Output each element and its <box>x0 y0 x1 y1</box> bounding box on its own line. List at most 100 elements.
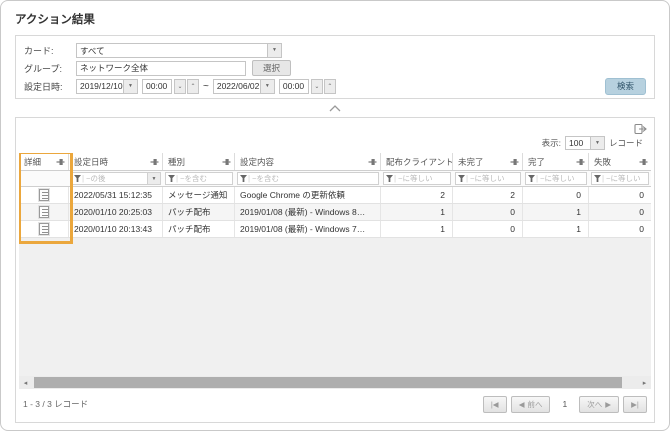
filter-cell-detail <box>19 171 69 186</box>
page-title: アクション結果 <box>15 11 655 27</box>
detail-report-icon[interactable] <box>39 206 49 218</box>
column-header-detail[interactable]: 詳細 <box>19 153 69 170</box>
complete-cell: 1 <box>523 204 589 220</box>
range-separator: ~ <box>203 81 209 92</box>
from-time-input[interactable] <box>142 79 172 94</box>
collapse-panel-toggle[interactable] <box>15 99 655 117</box>
display-label: 表示: <box>542 137 561 149</box>
from-date-value: 2019/12/10 <box>77 80 123 93</box>
prev-page-button[interactable]: ◀ 前へ <box>511 396 551 413</box>
complete-cell: 1 <box>523 221 589 237</box>
datetime-cell: 2022/05/31 15:12:35 <box>69 187 163 203</box>
grid-header-row: 詳細 設定日時 種別 設定内容 配布クライアント数 <box>19 153 651 171</box>
column-header-failed[interactable]: 失敗 <box>589 153 651 170</box>
incomplete-cell: 0 <box>453 221 523 237</box>
card-filter-row: カード: すべて ▼ <box>24 42 646 58</box>
to-time-input[interactable] <box>279 79 309 94</box>
filter-funnel-icon[interactable] <box>240 175 247 182</box>
page-size-value: 100 <box>566 137 590 149</box>
table-row[interactable]: 2022/05/31 15:12:35 メッセージ通知 Google Chrom… <box>19 187 651 204</box>
table-row[interactable]: 2020/01/10 20:25:03 パッチ配布 2019/01/08 (最新… <box>19 204 651 221</box>
filter-input-datetime[interactable]: | ~の後 <box>71 172 148 185</box>
filter-funnel-icon[interactable] <box>386 175 393 182</box>
export-icon[interactable] <box>634 123 647 135</box>
filter-cell-complete: | ~に等しい <box>523 171 589 186</box>
card-select[interactable]: すべて ▼ <box>76 43 282 58</box>
content-cell: 2019/01/08 (最新) - Windows 7… <box>235 221 381 237</box>
column-header-content[interactable]: 設定内容 <box>235 153 381 170</box>
clients-cell: 2 <box>381 187 453 203</box>
next-page-button[interactable]: 次へ ▶ <box>579 396 619 413</box>
current-page-number: 1 <box>562 399 567 409</box>
from-date-picker[interactable]: 2019/12/10 ▼ <box>76 79 138 94</box>
card-select-value: すべて <box>77 44 267 57</box>
page-size-select[interactable]: 100 ▼ <box>565 136 605 150</box>
pin-icon[interactable] <box>56 158 65 166</box>
chevron-down-icon[interactable]: ▼ <box>590 137 604 149</box>
first-page-button[interactable]: |◀ <box>483 396 507 413</box>
spinner-down-icon[interactable]: ⌄ <box>311 79 323 94</box>
pin-icon[interactable] <box>222 158 231 166</box>
incomplete-cell: 2 <box>453 187 523 203</box>
horizontal-scrollbar[interactable]: ◂ ▸ <box>19 376 651 389</box>
datetime-filter-row: 設定日時: 2019/12/10 ▼ ⌄ ⌃ ~ 2022/06/02 ▼ ⌄ … <box>24 78 646 94</box>
datetime-cell: 2020/01/10 20:25:03 <box>69 204 163 220</box>
chevron-down-icon[interactable]: ▼ <box>267 44 281 57</box>
action-results-window: アクション結果 カード: すべて ▼ グループ: 選択 設定日時: 2019/1… <box>0 0 670 431</box>
filter-funnel-icon[interactable] <box>168 175 175 182</box>
column-header-incomplete[interactable]: 未完了 <box>453 153 523 170</box>
first-page-icon: |◀ <box>491 400 499 409</box>
filter-input-clients[interactable]: | ~に等しい <box>383 172 451 185</box>
filter-input-failed[interactable]: | ~に等しい <box>591 172 649 185</box>
filter-funnel-icon[interactable] <box>594 175 601 182</box>
chevron-down-icon[interactable]: ▼ <box>123 80 137 93</box>
spinner-up-icon[interactable]: ⌃ <box>187 79 199 94</box>
clients-cell: 1 <box>381 221 453 237</box>
detail-cell <box>19 221 69 237</box>
scroll-left-icon[interactable]: ◂ <box>19 376 32 389</box>
page-size-bar: 表示: 100 ▼ レコード <box>19 135 651 153</box>
failed-cell: 0 <box>589 204 651 220</box>
column-header-clients[interactable]: 配布クライアント数 <box>381 153 453 170</box>
grid-footer: 1 - 3 / 3 レコード |◀ ◀ 前へ 1 次へ ▶ ▶| <box>19 389 651 419</box>
last-page-button[interactable]: ▶| <box>623 396 647 413</box>
spinner-up-icon[interactable]: ⌃ <box>324 79 336 94</box>
scrollbar-thumb[interactable] <box>34 377 622 388</box>
filter-input-incomplete[interactable]: | ~に等しい <box>455 172 521 185</box>
detail-cell <box>19 204 69 220</box>
last-page-icon: ▶| <box>631 400 639 409</box>
filter-input-content[interactable]: | ~を含む <box>237 172 379 185</box>
filter-panel: カード: すべて ▼ グループ: 選択 設定日時: 2019/12/10 ▼ ⌄… <box>15 35 655 99</box>
chevron-down-icon[interactable]: ▼ <box>260 80 274 93</box>
filter-funnel-icon[interactable] <box>74 175 81 182</box>
group-select-button[interactable]: 選択 <box>252 60 291 76</box>
filter-input-complete[interactable]: | ~に等しい <box>525 172 587 185</box>
column-header-datetime[interactable]: 設定日時 <box>69 153 163 170</box>
detail-report-icon[interactable] <box>39 223 49 235</box>
scrollbar-track[interactable] <box>32 376 638 389</box>
column-header-complete[interactable]: 完了 <box>523 153 589 170</box>
pin-icon[interactable] <box>510 158 519 166</box>
filter-cell-failed: | ~に等しい <box>589 171 651 186</box>
pin-icon[interactable] <box>150 158 159 166</box>
record-range-label: 1 - 3 / 3 レコード <box>23 398 88 410</box>
group-input[interactable] <box>76 61 246 76</box>
filter-funnel-icon[interactable] <box>458 175 465 182</box>
filter-input-type[interactable]: | ~を含む <box>165 172 233 185</box>
filter-funnel-icon[interactable] <box>528 175 535 182</box>
table-row[interactable]: 2020/01/10 20:13:43 パッチ配布 2019/01/08 (最新… <box>19 221 651 238</box>
content-cell: Google Chrome の更新依頼 <box>235 187 381 203</box>
next-arrow-icon: ▶ <box>605 400 611 409</box>
scroll-right-icon[interactable]: ▸ <box>638 376 651 389</box>
pin-icon[interactable] <box>368 158 377 166</box>
results-table-panel: 表示: 100 ▼ レコード 詳細 設定日時 種別 <box>15 117 655 423</box>
type-cell: パッチ配布 <box>163 221 235 237</box>
spinner-down-icon[interactable]: ⌄ <box>174 79 186 94</box>
to-date-picker[interactable]: 2022/06/02 ▼ <box>213 79 275 94</box>
search-button[interactable]: 検索 <box>605 78 646 95</box>
pin-icon[interactable] <box>576 158 585 166</box>
filter-operator-dropdown[interactable]: ▼ <box>148 172 161 185</box>
column-header-type[interactable]: 種別 <box>163 153 235 170</box>
detail-report-icon[interactable] <box>39 189 49 201</box>
pin-icon[interactable] <box>639 158 648 166</box>
